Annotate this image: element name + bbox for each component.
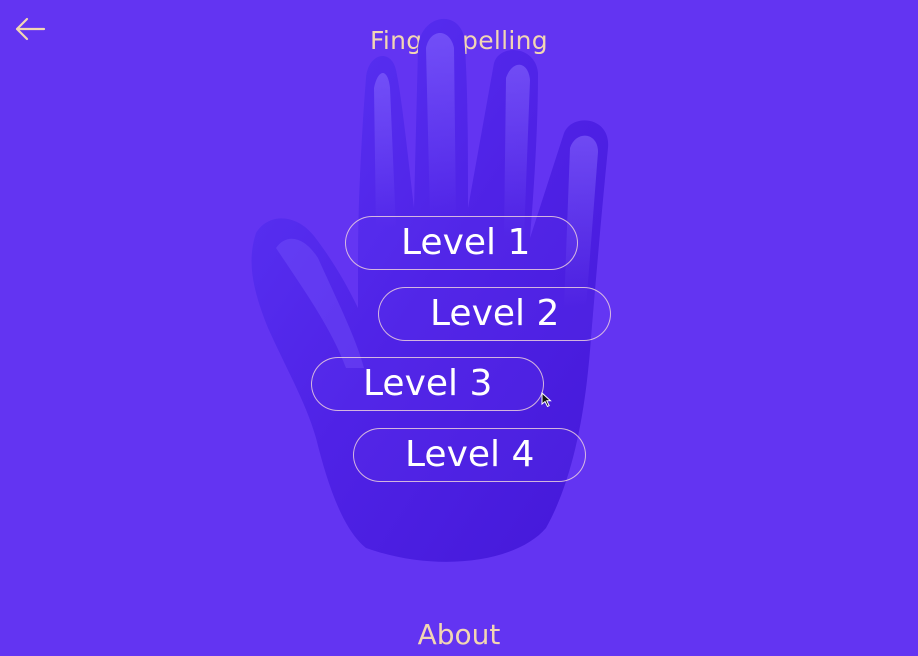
level-4-button[interactable]: Level 4 xyxy=(353,428,586,482)
level-1-button[interactable]: Level 1 xyxy=(345,216,578,270)
level-3-button[interactable]: Level 3 xyxy=(311,357,544,411)
about-link[interactable]: About xyxy=(0,618,918,651)
level-4-label: Level 4 xyxy=(405,434,535,475)
level-2-button[interactable]: Level 2 xyxy=(378,287,611,341)
level-3-label: Level 3 xyxy=(363,363,493,404)
level-1-label: Level 1 xyxy=(401,222,531,263)
level-2-label: Level 2 xyxy=(430,293,560,334)
fingerspelling-screen: Fingerspelling Level 1 Level 2 Level xyxy=(0,0,918,656)
